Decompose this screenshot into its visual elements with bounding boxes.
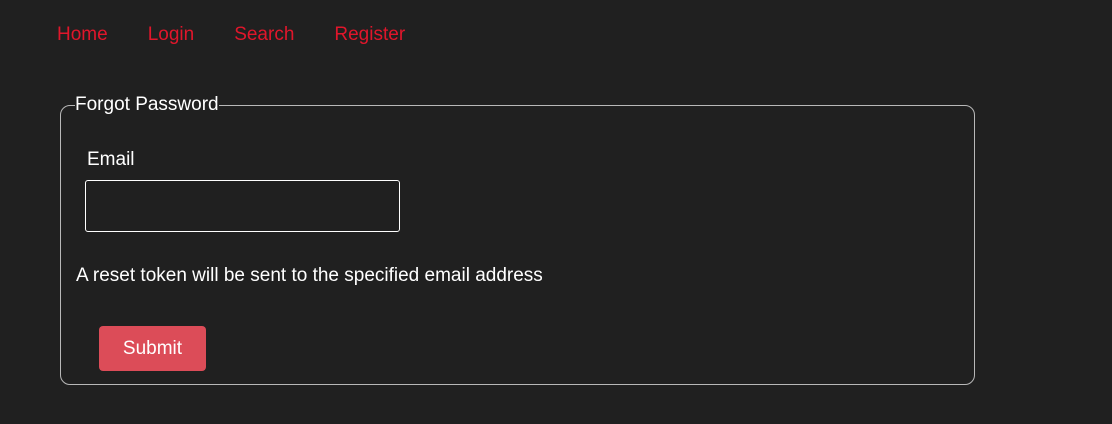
top-nav: Home Login Search Register [57, 24, 445, 46]
submit-button[interactable]: Submit [99, 326, 206, 371]
email-label: Email [87, 149, 135, 170]
nav-link-register[interactable]: Register [334, 24, 405, 46]
nav-link-search[interactable]: Search [234, 24, 294, 46]
forgot-password-form: Forgot Password Email A reset token will… [60, 95, 975, 385]
nav-link-home[interactable]: Home [57, 24, 108, 46]
nav-link-login[interactable]: Login [148, 24, 195, 46]
reset-info-text: A reset token will be sent to the specif… [76, 265, 543, 286]
email-field[interactable] [85, 180, 400, 232]
form-legend: Forgot Password [75, 94, 219, 115]
